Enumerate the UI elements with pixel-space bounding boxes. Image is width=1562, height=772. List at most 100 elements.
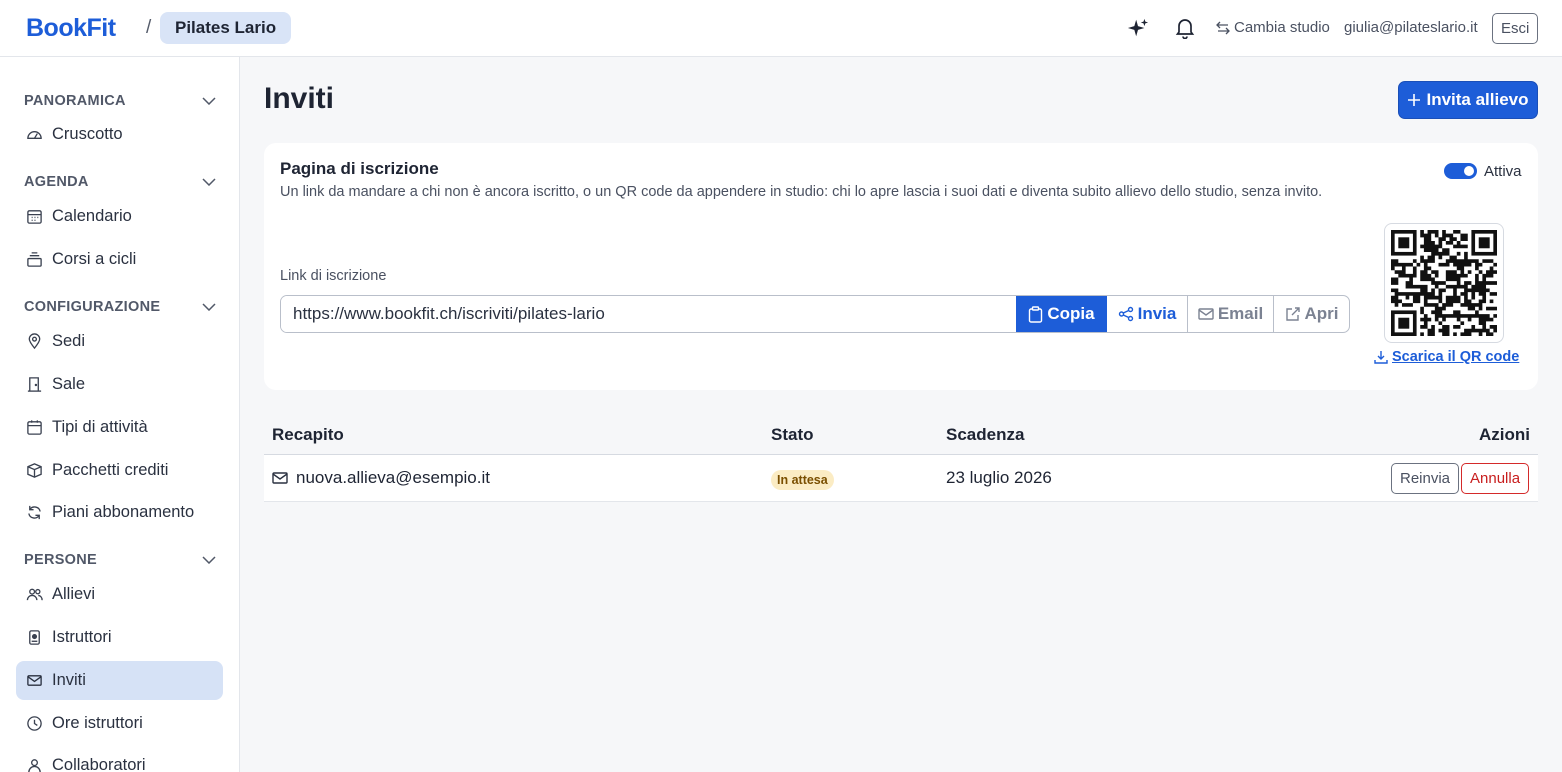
switch-arrows-icon	[1216, 21, 1230, 34]
invite-contact: nuova.allieva@esempio.it	[296, 468, 490, 487]
signup-card-title: Pagina di iscrizione	[280, 159, 439, 178]
sidebar-item-label: Piani abbonamento	[52, 503, 195, 521]
sidebar-item-corsi-a-cicli[interactable]: Corsi a cicli	[16, 240, 223, 279]
sidebar-item-label: Allievi	[52, 585, 96, 603]
calendar-grid-icon	[27, 210, 42, 224]
column-header-scadenza: Scadenza	[946, 425, 1025, 444]
sidebar-item-label: Istruttori	[52, 628, 112, 646]
dashboard-icon	[27, 131, 42, 139]
user-email: giulia@pilateslario.it	[1344, 19, 1478, 36]
breadcrumb-separator: /	[146, 17, 152, 38]
sidebar-item-cruscotto[interactable]: Cruscotto	[16, 115, 223, 154]
qr-finder-pattern	[1391, 310, 1417, 336]
users-icon	[26, 588, 43, 601]
open-link-label: Apri	[1304, 304, 1339, 323]
sidebar-item-inviti[interactable]: Inviti	[16, 661, 223, 700]
share-icon	[1118, 306, 1133, 322]
clipboard-icon	[1029, 305, 1043, 323]
clock-icon	[27, 716, 42, 731]
sidebar-item-allievi[interactable]: Allievi	[16, 575, 223, 614]
resend-button[interactable]: Reinvia	[1391, 463, 1460, 494]
status-badge: In attesa	[771, 470, 834, 490]
switch-studio-label: Cambia studio	[1234, 19, 1330, 36]
chevron-down-icon	[202, 303, 216, 311]
map-pin-icon	[28, 333, 41, 350]
sparkles-icon[interactable]	[1126, 15, 1150, 41]
stack-icon	[27, 252, 42, 267]
copy-link-button[interactable]: Copia	[1016, 296, 1106, 332]
cancel-invite-button[interactable]: Annulla	[1461, 463, 1530, 494]
column-header-stato: Stato	[771, 425, 814, 444]
bell-icon[interactable]	[1173, 15, 1197, 41]
share-link-label: Invia	[1137, 304, 1177, 323]
signup-link-input[interactable]	[281, 296, 1016, 332]
table-row: nuova.allieva@esempio.it In attesa 23 lu…	[264, 455, 1538, 502]
column-header-recapito: Recapito	[272, 425, 344, 444]
sidebar-item-label: Calendario	[52, 207, 132, 225]
sidebar-item-label: Sale	[52, 375, 86, 393]
sidebar-item-label: Corsi a cicli	[52, 250, 137, 268]
user-icon	[28, 759, 41, 772]
invite-student-button[interactable]: Invita allievo	[1398, 81, 1538, 119]
sidebar-item-collaboratori[interactable]: Collaboratori	[16, 746, 223, 772]
sidebar-item-label: Collaboratori	[52, 756, 146, 772]
invite-expiry: 23 luglio 2026	[946, 468, 1052, 487]
signup-page-card: Pagina di iscrizione Un link da mandare …	[264, 143, 1538, 390]
switch-studio-link[interactable]: Cambia studio	[1216, 19, 1330, 36]
sidebar-item-sedi[interactable]: Sedi	[16, 322, 223, 361]
brand-logo[interactable]: BookFit	[26, 14, 116, 43]
sidebar-item-tipi-di-attivita[interactable]: Tipi di attività	[16, 408, 223, 447]
section-header-configurazione[interactable]: CONFIGURAZIONE	[24, 297, 216, 317]
invite-student-label: Invita allievo	[1426, 90, 1529, 109]
qr-finder-pattern	[1471, 230, 1497, 256]
open-link-button[interactable]: Apri	[1273, 296, 1349, 332]
sidebar-item-label: Pacchetti crediti	[52, 461, 169, 479]
sidebar-item-label: Inviti	[52, 671, 86, 689]
page-title: Inviti	[264, 82, 335, 115]
qr-finder-pattern	[1391, 230, 1417, 256]
qr-code	[1384, 223, 1504, 343]
door-icon	[27, 377, 42, 392]
sidebar-item-istruttori[interactable]: Istruttori	[16, 618, 223, 657]
calendar-icon	[27, 420, 42, 435]
logout-button[interactable]: Esci	[1492, 13, 1539, 44]
download-qr-link[interactable]: Scarica il QR code	[1374, 349, 1519, 365]
top-bar: BookFit / Pilates Lario Cambia studio gi…	[0, 0, 1562, 57]
signup-active-toggle[interactable]	[1444, 163, 1477, 179]
sidebar-item-ore-istruttori[interactable]: Ore istruttori	[16, 704, 223, 743]
envelope-icon	[272, 472, 288, 484]
signup-active-label: Attiva	[1484, 163, 1522, 180]
sidebar-item-label: Ore istruttori	[52, 714, 143, 732]
badge-icon	[29, 630, 40, 645]
envelope-icon	[27, 675, 42, 686]
share-link-button[interactable]: Invia	[1106, 296, 1187, 332]
sidebar-item-label: Tipi di attività	[52, 418, 148, 436]
copy-link-label: Copia	[1047, 304, 1095, 323]
sidebar-item-label: Sedi	[52, 332, 86, 350]
chevron-down-icon	[202, 97, 216, 105]
signup-link-group: Copia Invia Email Apri	[280, 295, 1350, 333]
sidebar-item-sale[interactable]: Sale	[16, 365, 223, 404]
email-link-label: Email	[1217, 304, 1264, 323]
external-link-icon	[1285, 307, 1300, 321]
chevron-down-icon	[202, 556, 216, 564]
qr-code-image	[1391, 230, 1497, 336]
section-header-panoramica[interactable]: PANORAMICA	[24, 91, 216, 111]
sidebar: PANORAMICA Cruscotto AGENDA Calendario C…	[0, 57, 240, 772]
column-header-azioni: Azioni	[1479, 425, 1530, 444]
sidebar-item-label: Cruscotto	[52, 125, 123, 143]
sidebar-item-pacchetti-crediti[interactable]: Pacchetti crediti	[16, 451, 223, 490]
section-header-agenda[interactable]: AGENDA	[24, 172, 216, 192]
sidebar-item-calendario[interactable]: Calendario	[16, 197, 223, 236]
download-qr-label: Scarica il QR code	[1392, 349, 1520, 365]
studio-selector[interactable]: Pilates Lario	[160, 12, 292, 44]
package-icon	[27, 463, 42, 478]
invites-table-header: Recapito Stato Scadenza Azioni	[264, 415, 1538, 455]
sidebar-item-piani-abbonamento[interactable]: Piani abbonamento	[16, 493, 223, 532]
section-header-persone[interactable]: PERSONE	[24, 550, 216, 570]
email-link-button[interactable]: Email	[1187, 296, 1273, 332]
refresh-icon	[28, 505, 41, 520]
plus-icon	[1408, 94, 1421, 106]
signup-link-label: Link di iscrizione	[280, 268, 387, 284]
download-icon	[1374, 351, 1388, 364]
